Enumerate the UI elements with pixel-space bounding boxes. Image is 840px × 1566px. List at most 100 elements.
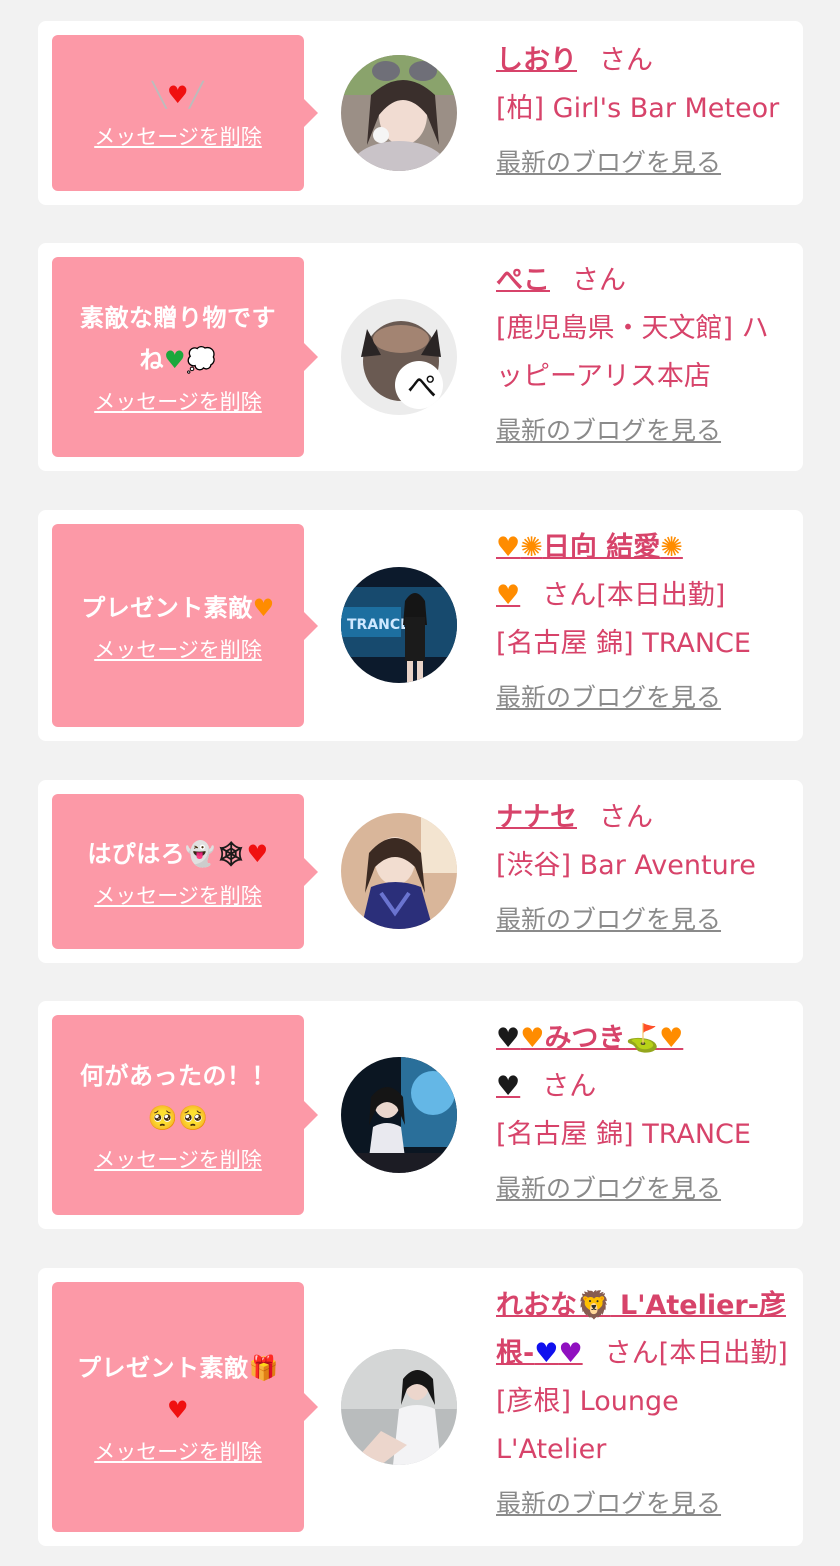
sender-line: ぺこ さん [496,257,789,305]
avatar[interactable]: TRANCE [341,567,457,683]
message-bubble: 何があったの！！ 🥺🥺 メッセージを削除 [52,1015,318,1215]
sender-line: ♥♥みつき⛳♥ ♥ さん [496,1015,789,1111]
sunflower-icon: ✺ [660,532,683,563]
shop-name: [彦根] Lounge L'Atelier [496,1386,679,1465]
message-text: プレゼント素敵🎁 ♥ [77,1347,279,1431]
avatar[interactable] [341,1349,457,1465]
message-bubble: はぴはろ👻🕸♥ メッセージを削除 [52,794,318,949]
message-text: ╲♥╱ [152,74,204,116]
sender-line: ナナセ さん [496,794,789,842]
honorific: さん[本日出勤] [604,1338,788,1369]
delete-message-link[interactable]: メッセージを削除 [94,122,262,152]
ghost-icon: 👻 [185,839,216,868]
message-card: ╲♥╱ メッセージを削除 しおり さん [柏] Girl's Bar Meteor… [38,21,803,205]
orange-heart-icon: ♥ [496,580,521,611]
blue-heart-icon: ♥ [534,1338,559,1369]
message-card: 素敵な贈り物です ね♥💭 メッセージを削除 ぺ ぺこ さん [鹿児島県・天文館] … [38,243,803,471]
sender-line: れおな🦁 L'Atelier-彦根-♥♥ さん[本日出勤] [496,1282,789,1378]
golf-flag-icon: ⛳ [625,1023,660,1054]
message-text-part: はぴはろ [87,839,186,868]
svg-text:TRANCE: TRANCE [347,617,410,633]
orange-heart-icon: ♥ [520,1023,545,1054]
latest-blog-link[interactable]: 最新のブログを見る [496,143,721,183]
sender-info: ぺこ さん [鹿児島県・天文館] ハッピーアリス本店 最新のブログを見る [496,257,789,455]
avatar[interactable] [341,813,457,929]
orange-heart-icon: ♥ [659,1023,684,1054]
sender-name-link[interactable]: ナナセ [496,802,577,833]
sender-name-link[interactable]: ぺこ [496,265,550,296]
latest-blog-link[interactable]: 最新のブログを見る [496,678,721,718]
message-bubble: 素敵な贈り物です ね♥💭 メッセージを削除 [52,257,318,457]
avatar[interactable]: ぺ [341,299,457,415]
sender-line: ♥✺日向 結愛✺ ♥ さん[本日出勤] [496,524,789,620]
shop-name: [渋谷] Bar Aventure [496,850,756,881]
shop-name: [鹿児島県・天文館] ハッピーアリス本店 [496,313,769,392]
thought-bubble-icon: 💭 [186,346,217,374]
sender-line: しおり さん [496,37,789,85]
sender-info: ♥♥みつき⛳♥ ♥ さん [名古屋 錦] TRANCE 最新のブログを見る [496,1015,789,1213]
message-bubble: プレゼント素敵♥ メッセージを削除 [52,524,318,727]
message-text: プレゼント素敵♥ [81,587,275,629]
message-text-part: 素敵な贈り物です [80,304,276,332]
message-text-part: 何があったの！！ [80,1062,276,1090]
latest-blog-link[interactable]: 最新のブログを見る [496,411,721,451]
message-text-part: プレゼント素敵 [81,593,253,622]
message-card: はぴはろ👻🕸♥ メッセージを削除 ナナセ さん [渋谷] Bar Aventure… [38,780,803,963]
shop-name: [名古屋 錦] TRANCE [496,1119,751,1150]
message-text-part: ね [139,346,165,374]
sender-info: しおり さん [柏] Girl's Bar Meteor 最新のブログを見る [496,37,789,187]
red-heart-icon: ♥ [166,81,189,109]
red-heart-icon: ♥ [246,839,269,868]
honorific: さん [572,265,626,296]
avatar[interactable] [341,1057,457,1173]
sender-name-link[interactable]: しおり [496,45,577,76]
svg-text:ぺ: ぺ [407,370,437,405]
black-heart-icon: ♥ [496,1023,521,1054]
message-card: プレゼント素敵♥ メッセージを削除 TRANCE ♥✺日向 結愛✺ ♥ さん[本日出… [38,510,803,741]
honorific: さん [599,45,653,76]
gift-icon: 🎁 [248,1354,279,1382]
avatar[interactable] [341,55,457,171]
delete-message-link[interactable]: メッセージを削除 [94,635,262,665]
delete-message-link[interactable]: メッセージを削除 [94,881,262,911]
purple-heart-icon: ♥ [558,1338,583,1369]
sunflower-icon: ✺ [520,532,543,563]
sender-name-text: しおり [496,45,577,76]
red-heart-icon: ♥ [166,1396,189,1424]
message-list: ╲♥╱ メッセージを削除 しおり さん [柏] Girl's Bar Meteor… [0,0,840,1566]
sender-info: ♥✺日向 結愛✺ ♥ さん[本日出勤] [名古屋 錦] TRANCE 最新のブログを… [496,524,789,722]
message-card: 何があったの！！ 🥺🥺 メッセージを削除 ♥♥みつき⛳♥ ♥ さん [名古屋 錦] … [38,1001,803,1229]
message-text-part: プレゼント素敵 [77,1354,249,1382]
sender-name-text: みつき [544,1023,626,1054]
latest-blog-link[interactable]: 最新のブログを見る [496,900,721,940]
sender-info: れおな🦁 L'Atelier-彦根-♥♥ さん[本日出勤] [彦根] Lounge… [496,1282,789,1528]
delete-message-link[interactable]: メッセージを削除 [94,387,262,417]
sparkle-lines-icon: ╱ [189,81,204,109]
sender-name-text: ナナセ [496,802,577,833]
delete-message-link[interactable]: メッセージを削除 [94,1437,262,1467]
honorific: さん[本日出勤] [542,580,726,611]
honorific: さん [542,1071,597,1102]
green-heart-icon: ♥ [164,346,187,374]
shop-name: [柏] Girl's Bar Meteor [496,93,780,124]
message-text: 素敵な贈り物です ね♥💭 [80,297,276,381]
sender-name-text: 日向 結愛 [542,532,661,563]
message-bubble: プレゼント素敵🎁 ♥ メッセージを削除 [52,1282,318,1532]
lion-icon: 🦁 [577,1290,611,1321]
pleading-face-icon: 🥺🥺 [147,1104,209,1132]
orange-heart-icon: ♥ [496,532,521,563]
black-heart-icon: ♥ [496,1071,521,1102]
sparkle-lines-icon: ╲ [152,81,167,109]
delete-message-link[interactable]: メッセージを削除 [94,1145,262,1175]
orange-heart-icon: ♥ [252,593,275,622]
message-text: 何があったの！！ 🥺🥺 [80,1055,276,1139]
sender-name-text: ぺこ [496,265,550,296]
sender-name-text: れおな [496,1290,577,1321]
spider-web-icon: 🕸 [215,839,247,868]
latest-blog-link[interactable]: 最新のブログを見る [496,1484,721,1524]
message-bubble: ╲♥╱ メッセージを削除 [52,35,318,191]
latest-blog-link[interactable]: 最新のブログを見る [496,1169,721,1209]
message-text: はぴはろ👻🕸♥ [87,833,268,875]
shop-name: [名古屋 錦] TRANCE [496,628,751,659]
message-card: プレゼント素敵🎁 ♥ メッセージを削除 れおな🦁 L'Atelier-彦根-♥♥… [38,1268,803,1546]
